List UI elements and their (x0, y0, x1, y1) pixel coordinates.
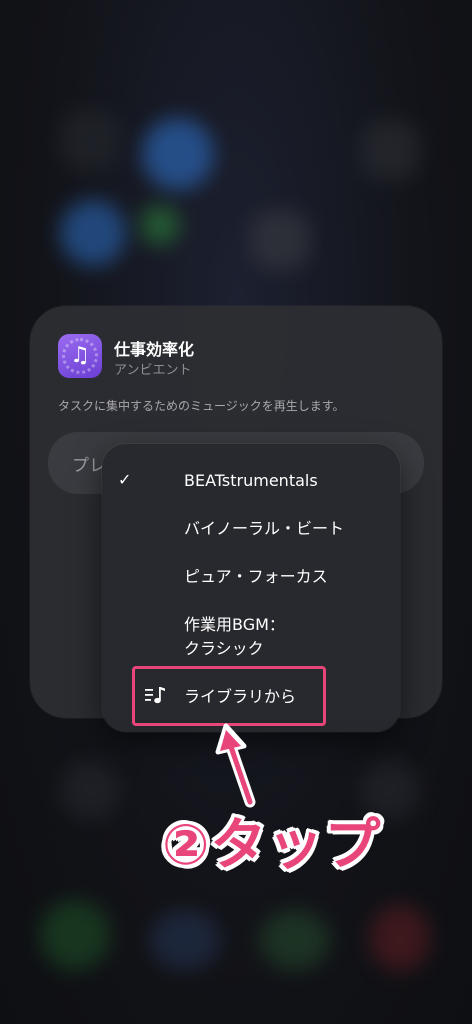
blurred-icon (370, 905, 430, 971)
menu-item-pure-focus[interactable]: ピュア・フォーカス (102, 566, 400, 588)
blurred-icon (150, 910, 220, 970)
play-selector-label: プレ (72, 456, 106, 476)
app-description: タスクに集中するためのミュージックを再生します。 (58, 399, 345, 413)
blurred-icon (142, 118, 214, 190)
annotation-arrow-icon (215, 723, 256, 808)
blurred-icon (60, 760, 120, 820)
menu-item-label: バイノーラル・ビート (184, 519, 345, 538)
menu-item-label: BEATstrumentals (184, 471, 318, 490)
blurred-icon (60, 200, 126, 266)
annotation-text: ②タップ (162, 813, 382, 878)
blurred-icon (60, 110, 120, 170)
menu-item-beatstrumentals[interactable]: ✓ BEATstrumentals (102, 470, 400, 492)
blurred-icon (140, 205, 180, 245)
blurred-icon (40, 900, 110, 970)
music-note-icon: ♫ (70, 343, 90, 368)
menu-item-label-line1: 作業用BGM： (184, 615, 285, 634)
blurred-icon (360, 120, 420, 180)
blurred-icon (260, 910, 330, 970)
app-subtitle: アンビエント (114, 363, 192, 378)
highlight-box (132, 666, 326, 726)
menu-item-label-line2: クラシック (184, 639, 264, 658)
menu-item-binaural-beat[interactable]: バイノーラル・ビート (102, 518, 400, 540)
app-icon[interactable]: ♫ (58, 334, 102, 378)
blurred-icon (250, 210, 310, 270)
menu-item-classic-bgm[interactable]: 作業用BGM： クラシック (102, 614, 400, 658)
menu-item-label: ピュア・フォーカス (184, 567, 328, 586)
app-title: 仕事効率化 (114, 340, 195, 359)
checkmark-icon: ✓ (118, 470, 132, 489)
